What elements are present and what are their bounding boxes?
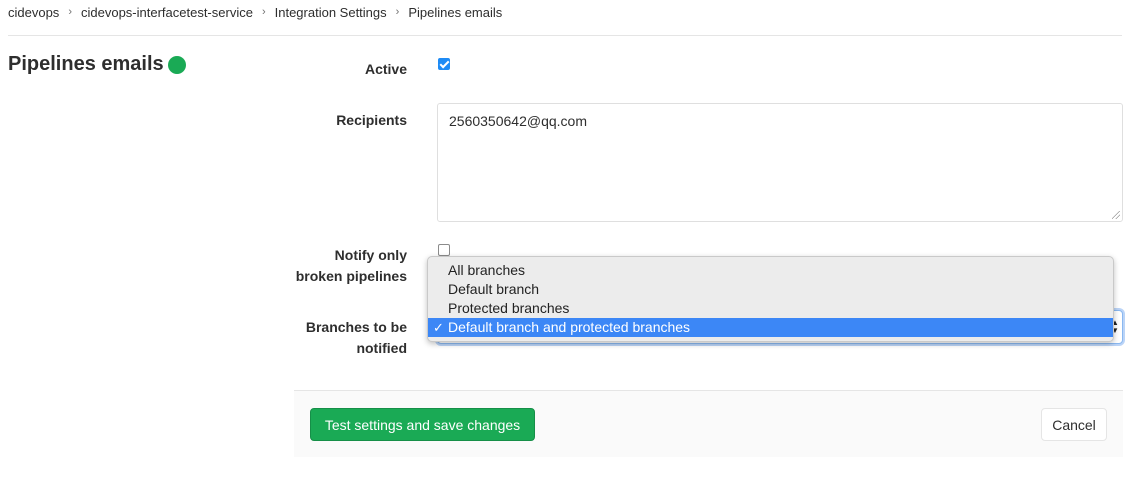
branches-label: Branches to be notified (306, 317, 407, 359)
page-title-wrapper: Pipelines emails (8, 53, 186, 76)
chevron-right-icon: › (68, 6, 72, 18)
notify-broken-label-line2: broken pipelines (295, 268, 407, 284)
breadcrumb-item-project[interactable]: cidevops-interfacetest-service (81, 5, 253, 20)
notify-broken-label-line1: Notify only (334, 247, 407, 263)
branches-label-line2: notified (356, 340, 407, 356)
chevron-right-icon: › (395, 6, 400, 18)
option-default-and-protected[interactable]: ✓ Default branch and protected branches (428, 318, 1113, 337)
branches-dropdown-menu: All branches Default branch Protected br… (427, 256, 1114, 342)
notify-broken-checkbox[interactable] (438, 244, 450, 256)
recipients-textarea[interactable]: 2560350642@qq.com (437, 103, 1123, 222)
save-button[interactable]: Test settings and save changes (310, 408, 535, 441)
page-title: Pipelines emails (8, 53, 164, 75)
option-label: Default branch (448, 281, 540, 297)
breadcrumb: cidevops › cidevops-interfacetest-servic… (8, 4, 502, 20)
option-label: Default branch and protected branches (448, 319, 691, 335)
form-actions: Test settings and save changes Cancel (294, 390, 1123, 457)
notify-broken-label: Notify only broken pipelines (296, 245, 407, 287)
breadcrumb-current[interactable]: Pipelines emails (408, 5, 502, 20)
divider (8, 35, 1122, 36)
breadcrumb-item-group[interactable]: cidevops (8, 5, 59, 20)
cancel-button[interactable]: Cancel (1041, 408, 1107, 441)
checkmark-icon: ✓ (433, 320, 444, 335)
option-label: Protected branches (448, 300, 570, 316)
option-default-branch[interactable]: Default branch (428, 280, 1113, 299)
chevron-right-icon: › (261, 6, 266, 18)
active-checkbox[interactable] (438, 58, 450, 70)
recipients-label: Recipients (336, 112, 407, 128)
integration-settings-page: cidevops › cidevops-interfacetest-servic… (0, 0, 1128, 497)
option-label: All branches (448, 262, 526, 278)
resize-grip-icon[interactable] (1112, 211, 1120, 219)
breadcrumb-item-integration-settings[interactable]: Integration Settings (275, 5, 387, 20)
option-protected-branches[interactable]: Protected branches (428, 299, 1113, 318)
branches-label-line1: Branches to be (305, 319, 407, 335)
active-label: Active (364, 61, 407, 77)
recipients-value: 2560350642@qq.com (449, 113, 587, 129)
status-active-icon (167, 55, 186, 74)
option-all-branches[interactable]: All branches (428, 261, 1113, 280)
